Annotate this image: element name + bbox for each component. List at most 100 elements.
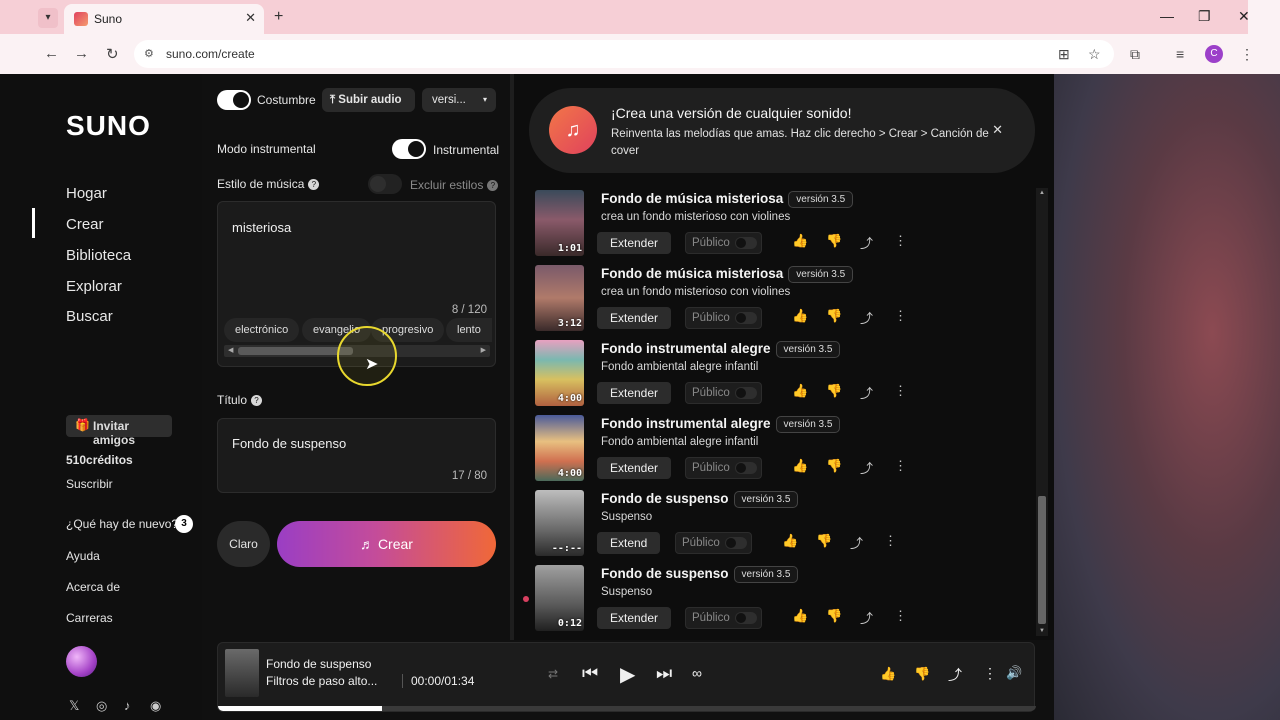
style-tag[interactable]: lento xyxy=(446,318,492,342)
scroll-left-icon[interactable]: ◀ xyxy=(228,345,233,357)
extend-button[interactable]: Extender xyxy=(597,607,672,629)
song-thumbnail[interactable]: 4:00 xyxy=(535,340,584,406)
thumbs-down-icon[interactable]: 👎 xyxy=(826,608,842,624)
discord-icon[interactable]: ◉ xyxy=(150,698,161,714)
subscribe-link[interactable]: Suscribir xyxy=(66,477,113,491)
help-link[interactable]: Ayuda xyxy=(66,549,100,563)
exclude-styles-toggle[interactable] xyxy=(368,174,402,194)
thumbs-up-icon[interactable]: 👍 xyxy=(782,533,798,549)
thumbs-down-icon[interactable]: 👎 xyxy=(826,233,842,249)
thumbs-up-icon[interactable]: 👍 xyxy=(792,308,808,324)
help-icon[interactable]: ? xyxy=(487,180,499,191)
songs-scrollbar[interactable]: ▲ ▼ xyxy=(1036,188,1048,636)
thumbs-down-icon[interactable]: 👎 xyxy=(826,458,842,474)
public-switch[interactable] xyxy=(735,612,757,624)
more-options-icon[interactable]: ⋮ xyxy=(894,383,907,399)
version-select[interactable]: versi... ▾ xyxy=(422,88,496,112)
clear-button[interactable]: Claro xyxy=(217,521,270,567)
next-icon[interactable]: ⏭ xyxy=(656,663,672,684)
public-switch[interactable] xyxy=(735,312,757,324)
more-options-icon[interactable]: ⋮ xyxy=(894,308,907,324)
public-switch[interactable] xyxy=(735,237,757,249)
volume-icon[interactable]: 🔊 xyxy=(1006,665,1022,681)
forward-arrow-icon[interactable]: → xyxy=(74,45,89,62)
create-button[interactable]: ♬ Crear xyxy=(277,521,496,567)
sidebar-item-library[interactable]: Biblioteca xyxy=(66,247,131,264)
thumbs-down-icon[interactable]: 👎 xyxy=(826,308,842,324)
public-toggle[interactable]: Público xyxy=(685,382,762,404)
song-thumbnail[interactable]: 4:00 xyxy=(535,415,584,481)
extend-button[interactable]: Extender xyxy=(597,307,672,329)
public-toggle[interactable]: Público xyxy=(685,232,762,254)
title-input[interactable]: Fondo de suspenso 17 / 80 xyxy=(217,418,496,493)
public-toggle[interactable]: Público xyxy=(685,457,762,479)
share-icon[interactable]: ⤴ xyxy=(860,308,873,327)
song-title[interactable]: Fondo de música misteriosa versión 3.5 xyxy=(601,266,854,283)
thumbs-down-icon[interactable]: 👎 xyxy=(826,383,842,399)
custom-mode-toggle[interactable] xyxy=(217,90,251,110)
extend-button[interactable]: Extender xyxy=(597,232,672,254)
sidebar-item-search[interactable]: Buscar xyxy=(66,308,113,325)
back-arrow-icon[interactable]: ← xyxy=(44,45,59,62)
instagram-icon[interactable]: ◎ xyxy=(96,698,107,714)
public-toggle[interactable]: Público xyxy=(675,532,752,554)
scrollbar-thumb[interactable] xyxy=(238,347,353,355)
thumbs-up-icon[interactable]: 👍 xyxy=(792,383,808,399)
thumbs-up-icon[interactable]: 👍 xyxy=(792,233,808,249)
menu-dots-icon[interactable]: ⋮ xyxy=(1240,46,1254,63)
extend-button[interactable]: Extender xyxy=(597,382,672,404)
more-options-icon[interactable]: ⋮ xyxy=(884,533,897,549)
invite-friends-button[interactable]: 🎁 Invitar amigos xyxy=(66,415,172,447)
x-twitter-icon[interactable]: 𝕏 xyxy=(69,698,79,714)
sidebar-item-create[interactable]: Crear xyxy=(66,216,104,233)
bookmark-star-icon[interactable]: ☆ xyxy=(1088,46,1101,63)
loop-icon[interactable]: ∞ xyxy=(692,665,702,681)
previous-icon[interactable]: ⏮ xyxy=(582,663,598,684)
song-thumbnail[interactable]: 0:12 xyxy=(535,565,584,631)
thumbs-up-icon[interactable]: 👍 xyxy=(792,458,808,474)
public-toggle[interactable]: Público xyxy=(685,307,762,329)
player-progress-bar[interactable] xyxy=(218,706,1036,711)
suno-logo[interactable]: SUNO xyxy=(66,110,151,142)
more-options-icon[interactable]: ⋮ xyxy=(894,608,907,624)
public-toggle[interactable]: Público xyxy=(685,607,762,629)
instrumental-toggle[interactable] xyxy=(392,139,426,159)
extend-button[interactable]: Extender xyxy=(597,457,672,479)
close-icon[interactable]: ✕ xyxy=(245,10,256,26)
thumbs-up-icon[interactable]: 👍 xyxy=(880,666,896,682)
more-options-icon[interactable]: ⋮ xyxy=(894,233,907,249)
sidebar-item-home[interactable]: Hogar xyxy=(66,185,107,202)
reload-icon[interactable]: ↻ xyxy=(106,45,119,63)
more-options-icon[interactable]: ⋮ xyxy=(894,458,907,474)
about-link[interactable]: Acerca de xyxy=(66,580,120,594)
song-row[interactable]: 0:12 Fondo de suspenso versión 3.5 Suspen… xyxy=(535,565,1035,633)
sidebar-item-explore[interactable]: Explorar xyxy=(66,278,122,295)
help-icon[interactable]: ? xyxy=(308,179,320,190)
song-title[interactable]: Fondo instrumental alegre versión 3.5 xyxy=(601,416,841,433)
song-row[interactable]: 4:00 Fondo instrumental alegre versión 3.… xyxy=(535,415,1035,483)
address-bar[interactable]: ⚙ suno.com/create xyxy=(134,40,1114,68)
thumbs-down-icon[interactable]: 👎 xyxy=(914,666,930,682)
site-info-icon[interactable]: ⚙ xyxy=(144,47,154,60)
close-icon[interactable]: ✕ xyxy=(992,122,1003,138)
thumbs-up-icon[interactable]: 👍 xyxy=(792,608,808,624)
song-title[interactable]: Fondo de música misteriosa versión 3.5 xyxy=(601,191,854,208)
extend-button[interactable]: Extend xyxy=(597,532,661,554)
song-row[interactable]: 4:00 Fondo instrumental alegre versión 3.… xyxy=(535,340,1035,408)
browser-tab[interactable]: Suno ✕ xyxy=(64,4,264,34)
restore-button[interactable]: ❐ xyxy=(1198,8,1211,25)
new-tab-button[interactable]: + xyxy=(274,8,283,26)
song-row[interactable]: 3:12 Fondo de música misteriosa versión 3… xyxy=(535,265,1035,333)
share-icon[interactable]: ⤴ xyxy=(860,383,873,402)
tiktok-icon[interactable]: ♪ xyxy=(124,698,131,713)
public-switch[interactable] xyxy=(735,387,757,399)
song-title[interactable]: Fondo de suspenso versión 3.5 xyxy=(601,491,799,508)
shuffle-icon[interactable]: ⇄ xyxy=(548,667,558,681)
translate-icon[interactable]: ⊞ xyxy=(1058,46,1070,63)
profile-avatar[interactable]: C xyxy=(1205,45,1223,63)
scroll-right-icon[interactable]: ▶ xyxy=(481,345,486,357)
play-icon[interactable]: ▶ xyxy=(620,662,635,687)
style-tag[interactable]: electrónico xyxy=(224,318,300,342)
song-thumbnail[interactable]: 1:01 xyxy=(535,190,584,256)
share-icon[interactable]: ⤴ xyxy=(860,458,873,477)
